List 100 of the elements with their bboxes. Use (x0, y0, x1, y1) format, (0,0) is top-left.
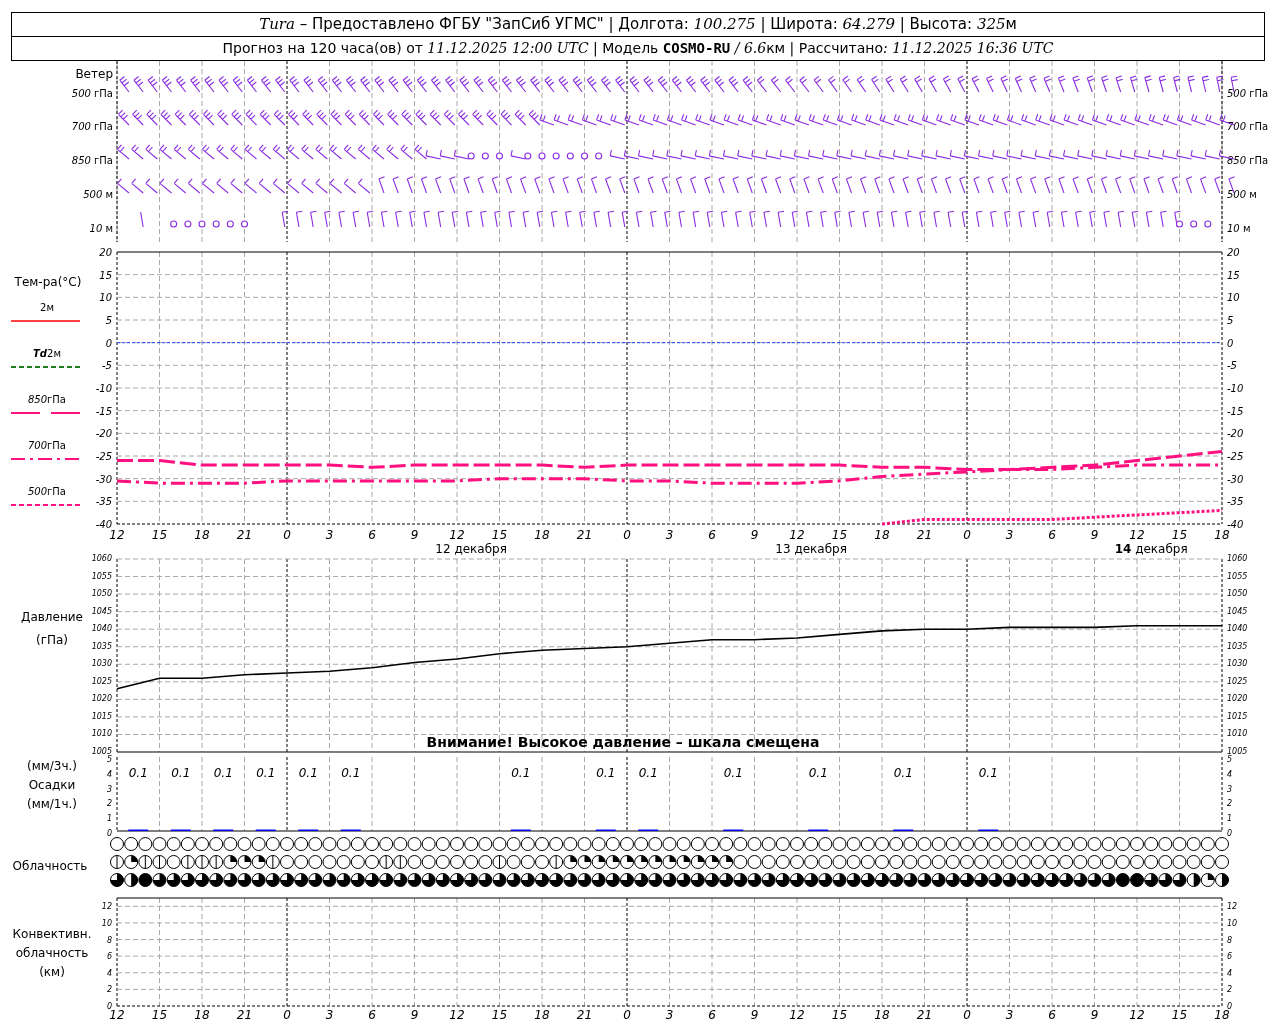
cloud-cover-icon (945, 873, 960, 887)
tick-label: 1020 (91, 694, 112, 704)
cloud-cover-icon (931, 873, 946, 887)
cloud-cover-icon (294, 855, 309, 869)
tick-label: 12 (109, 1008, 125, 1022)
tick-label: 15 (491, 528, 508, 542)
cloud-cover-icon (917, 873, 932, 887)
tick-label: 3 (1005, 1008, 1014, 1022)
cloud-cover-icon (1002, 873, 1017, 887)
cloud-cover-icon (1073, 873, 1088, 887)
tick-label: 6 (106, 952, 112, 962)
cloud-cover-icon (974, 873, 989, 887)
cloud-cover-icon (379, 837, 394, 851)
cloud-cover-icon (605, 855, 620, 869)
tick-label: 18 (1214, 528, 1230, 542)
tick-label: 10 (99, 292, 112, 304)
cloud-cover-icon (379, 855, 394, 869)
cloud-cover-icon (336, 855, 351, 869)
tick-label: 12 (1129, 1008, 1145, 1022)
level-label: 700 гПа (1227, 121, 1269, 132)
cloud-cover-icon (917, 837, 932, 851)
tick-label: 9 (1090, 1008, 1099, 1022)
tick-label: 10 (1227, 918, 1238, 928)
cloud-cover-icon (492, 873, 507, 887)
tick-label: 18 (534, 1008, 550, 1022)
cloud-cover-icon (1073, 837, 1088, 851)
tick-label: 2 (1227, 799, 1233, 809)
cloud-cover-icon (464, 855, 479, 869)
cloud-cover-icon (1016, 837, 1031, 851)
cloud-cover-icon (336, 873, 351, 887)
tick-label: 10 (1227, 292, 1240, 304)
tick-label: 18 (194, 1008, 210, 1022)
header-title: Tura – Предоставлено ФГБУ "ЗапСиб УГМС" | Долгота: 100.275 | Широта: 64.279 | Высота: 325м (258, 14, 1018, 35)
cloud-cover-icon (620, 873, 634, 887)
date-label: 14 декабря (1114, 542, 1188, 556)
cloud-cover-icon (435, 855, 450, 869)
cloud-cover-icon (818, 855, 833, 869)
chart-title: Давление (21, 610, 83, 624)
tick-label: 15 (1227, 269, 1240, 281)
cloud-cover-icon (1045, 873, 1059, 887)
tick-label: 8 (1227, 935, 1233, 945)
cloud-cover-icon (1087, 837, 1102, 851)
chart-title: Тем-ра(°C) (14, 275, 82, 289)
tick-label: 12 (789, 1008, 805, 1022)
cloud-cover-icon (478, 873, 493, 887)
cloud-cover-icon (676, 855, 691, 869)
value-label: 0.1 (808, 766, 828, 780)
cloud-cover-icon (1144, 855, 1159, 869)
level-label: 850 гПа (1227, 155, 1269, 166)
cloud-cover-icon (620, 855, 634, 869)
cloud-cover-icon (903, 837, 918, 851)
tick-label: 18 (874, 528, 890, 542)
tick-label: -5 (102, 360, 112, 372)
cloud-cover-icon (974, 855, 989, 869)
cloud-cover-icon (1144, 837, 1159, 851)
tick-label: 1045 (1227, 606, 1248, 616)
cloud-cover-icon (875, 855, 889, 869)
cloud-cover-icon (747, 837, 762, 851)
axis-label: (мм/3ч.) (26, 759, 78, 773)
tick-label: 15 (99, 269, 112, 281)
cloud-cover-icon (464, 873, 479, 887)
tick-label: 1010 (1227, 729, 1248, 739)
cloud-cover-icon (648, 855, 663, 869)
cloud-cover-icon (110, 855, 124, 869)
cloud-cover-icon (237, 837, 252, 851)
tick-label: 1055 (1227, 571, 1248, 581)
cloud-cover-icon (450, 855, 464, 869)
cloud-cover-icon (393, 873, 408, 887)
cloud-cover-icon (180, 855, 195, 869)
tick-label: 0 (283, 1008, 291, 1022)
legend-label: 850гПа (28, 394, 66, 405)
cloud-cover-icon (1030, 837, 1045, 851)
cloud-cover-icon (945, 855, 960, 869)
tick-label: 5 (1227, 315, 1234, 326)
cloud-cover-icon (790, 855, 804, 869)
tick-label: 9 (410, 528, 419, 542)
tick-label: 21 (916, 528, 933, 542)
cloud-cover-icon (1200, 873, 1215, 887)
cloud-cover-icon (1130, 837, 1144, 851)
cloud-cover-icon (818, 837, 833, 851)
tick-label: 6 (708, 528, 716, 542)
tick-label: 15 (151, 528, 168, 542)
cloud-cover-icon (889, 837, 904, 851)
cloud-cover-icon (846, 855, 861, 869)
cloud-cover-icon (365, 873, 379, 887)
cloud-cover-icon (988, 855, 1003, 869)
tick-label: 0 (623, 528, 631, 542)
cloud-cover-icon (931, 855, 946, 869)
tick-label: 6 (368, 1008, 376, 1022)
level-label: 500 гПа (1227, 88, 1269, 99)
tick-label: -25 (95, 451, 112, 462)
tick-label: 0 (623, 1008, 631, 1022)
cloud-cover-icon (945, 837, 960, 851)
cloud-cover-icon (1073, 855, 1088, 869)
cloud-cover-icon (1186, 855, 1201, 869)
cloud-cover-icon (705, 873, 719, 887)
cloud-cover-icon (719, 855, 734, 869)
cloud-cover-icon (1200, 855, 1215, 869)
tick-label: 18 (534, 528, 550, 542)
cloud-cover-icon (535, 873, 549, 887)
